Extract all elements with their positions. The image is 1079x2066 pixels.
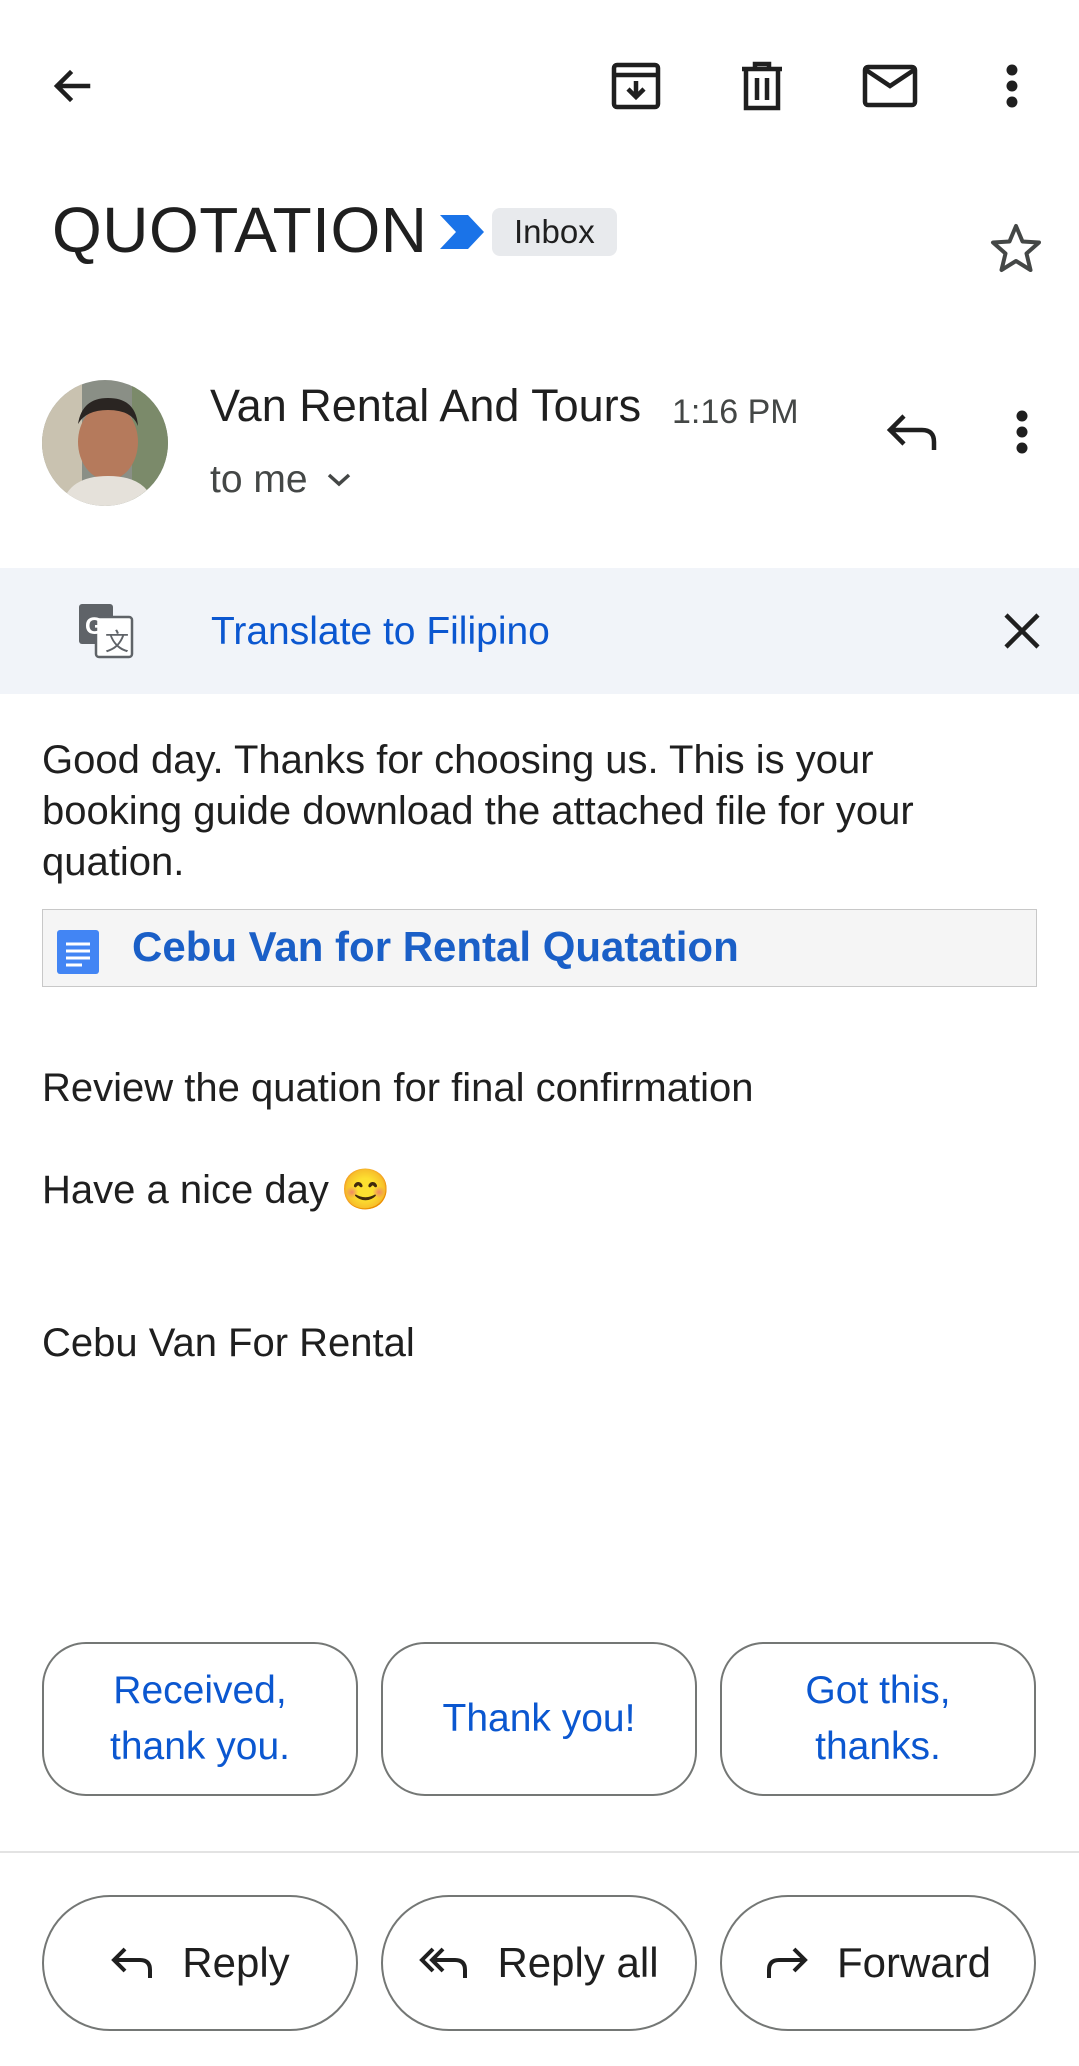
- reply-all-label: Reply all: [497, 1939, 659, 1986]
- importance-marker-icon: [440, 215, 484, 249]
- arrow-back-icon: [53, 69, 91, 103]
- archive-icon: [611, 62, 661, 110]
- google-translate-icon: G 文: [79, 604, 134, 659]
- reply-button[interactable]: Reply: [42, 1895, 358, 2031]
- sender-avatar[interactable]: [42, 380, 168, 506]
- forward-button[interactable]: Forward: [720, 1895, 1036, 2031]
- reply-label: Reply: [182, 1939, 290, 1986]
- body-line: booking guide download the attached file…: [42, 789, 914, 833]
- mail-icon: [862, 64, 918, 108]
- trash-icon: [742, 61, 782, 111]
- message-more-button[interactable]: [986, 396, 1058, 468]
- more-options-button[interactable]: [976, 50, 1048, 122]
- star-button[interactable]: [980, 212, 1052, 284]
- delete-button[interactable]: [726, 50, 798, 122]
- divider: [0, 1851, 1079, 1853]
- forward-label: Forward: [836, 1939, 992, 1986]
- more-vert-icon: [1006, 64, 1018, 108]
- more-vert-icon: [1016, 410, 1028, 454]
- reply-all-button[interactable]: Reply all: [381, 1895, 697, 2031]
- attachment-title[interactable]: Cebu Van for Rental Quatation: [132, 919, 739, 975]
- recipient-label: to me: [210, 458, 308, 501]
- svg-text:G: G: [85, 613, 104, 640]
- svg-text:文: 文: [105, 629, 129, 656]
- back-button[interactable]: [36, 50, 108, 122]
- smart-reply-chip[interactable]: Received, thank you.: [42, 1642, 358, 1796]
- smart-reply-chip[interactable]: Got this, thanks.: [720, 1642, 1036, 1796]
- close-translate-button[interactable]: [986, 595, 1058, 667]
- reply-all-icon: [419, 1947, 468, 1978]
- forward-icon: [766, 1947, 808, 1978]
- reply-icon: [111, 1947, 153, 1978]
- body-line: quation.: [42, 840, 185, 884]
- sender-name[interactable]: Van Rental And Tours: [210, 378, 641, 434]
- quick-reply-button[interactable]: [876, 396, 948, 468]
- star-outline-icon: [991, 224, 1041, 272]
- signature: Cebu Van For Rental: [42, 1321, 415, 1365]
- avatar-photo: [42, 380, 168, 506]
- google-docs-icon: [57, 930, 99, 974]
- body-line: Good day. Thanks for choosing us. This i…: [42, 738, 874, 782]
- sent-time: 1:16 PM: [672, 393, 799, 431]
- smart-reply-chip[interactable]: Thank you!: [381, 1642, 697, 1796]
- archive-button[interactable]: [600, 50, 672, 122]
- close-icon: [1004, 613, 1040, 649]
- closing-line: Have a nice day 😊: [42, 1165, 391, 1216]
- reply-icon: [886, 414, 937, 450]
- mark-unread-button[interactable]: [854, 50, 926, 122]
- translate-link[interactable]: Translate to Filipino: [211, 607, 550, 657]
- label-chip[interactable]: Inbox: [492, 208, 617, 256]
- recipient-details-toggle[interactable]: to me: [210, 455, 352, 505]
- smiling-face-emoji: 😊: [340, 1168, 391, 1212]
- chevron-down-icon: [327, 473, 350, 487]
- email-subject: QUOTATION: [52, 194, 428, 266]
- closing-text: Have a nice day: [42, 1168, 329, 1212]
- review-text: Review the quation for final confirmatio…: [42, 1066, 754, 1110]
